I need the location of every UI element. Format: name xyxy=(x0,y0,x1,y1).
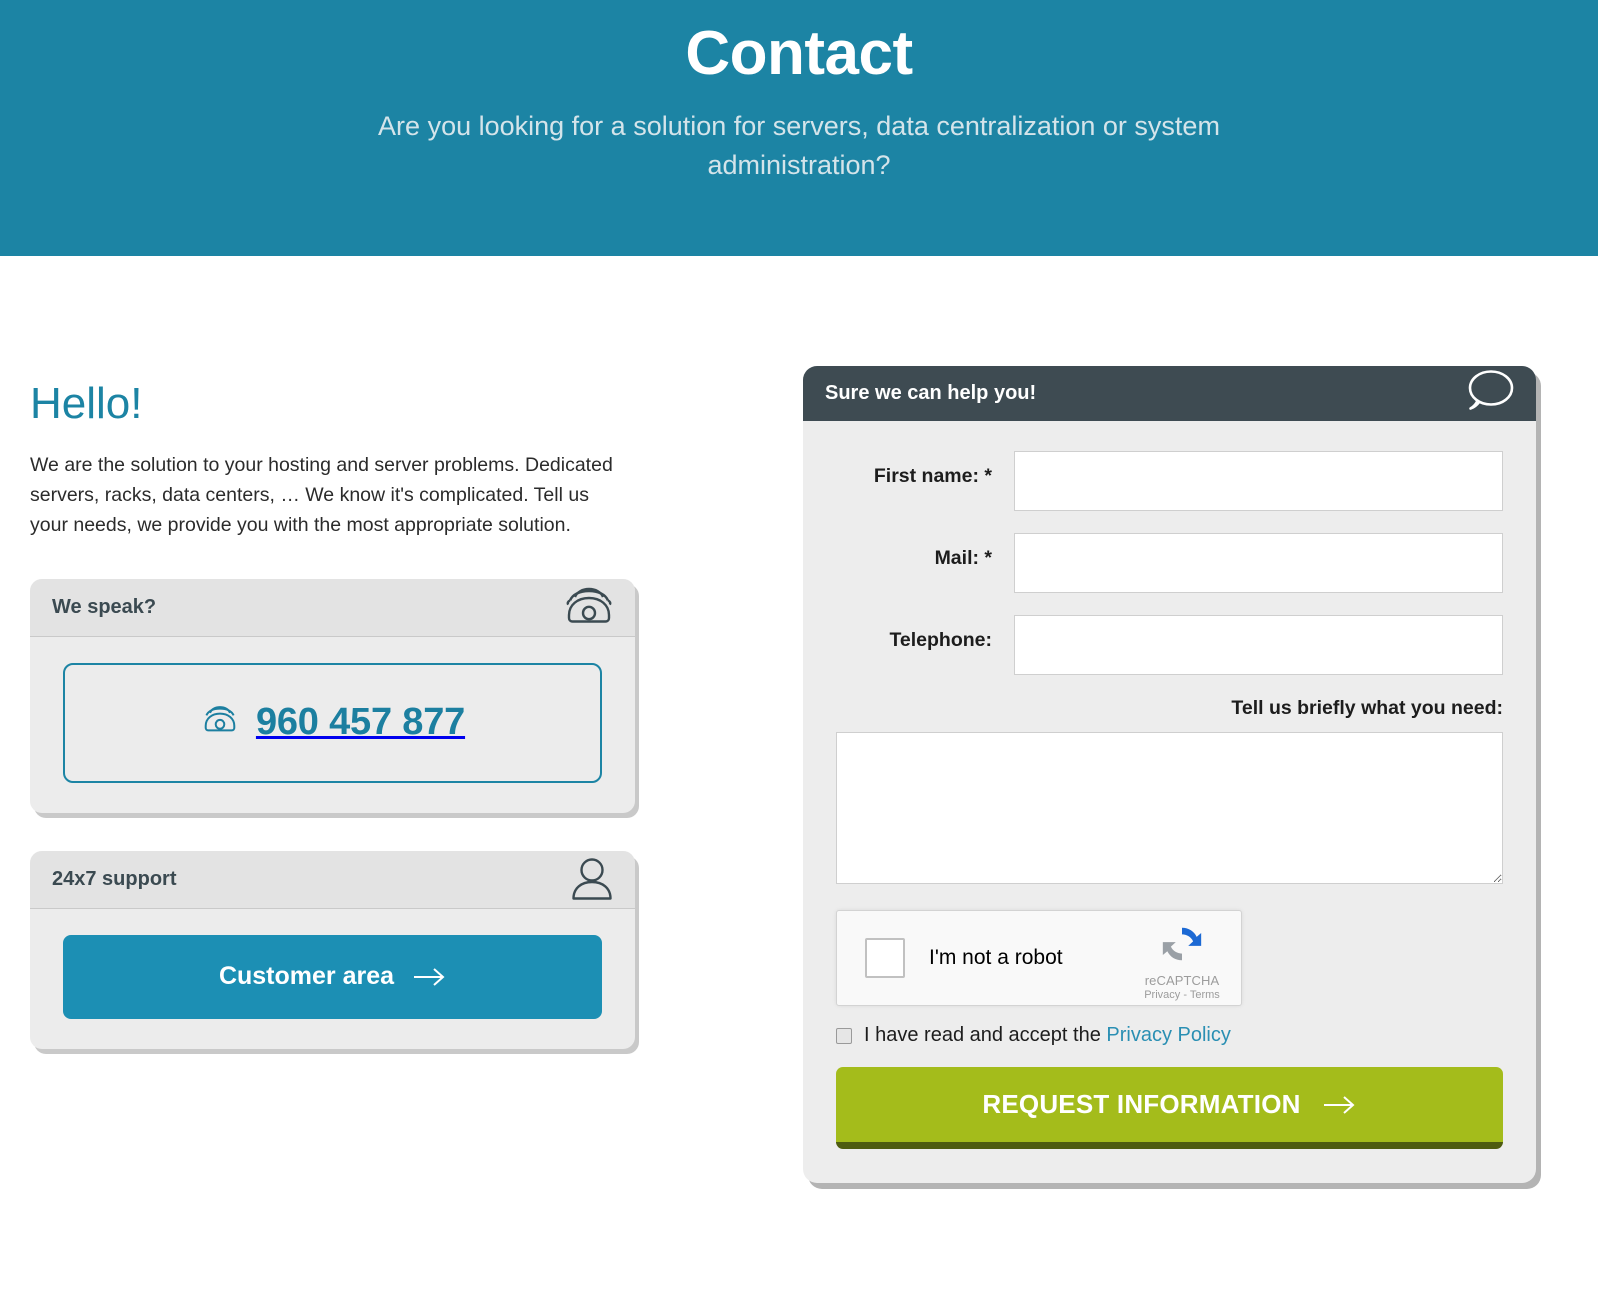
first-name-row: First name: * xyxy=(836,451,1503,511)
telephone-input[interactable] xyxy=(1014,615,1503,675)
user-icon xyxy=(567,857,617,901)
page-title: Contact xyxy=(685,19,913,88)
contact-form-panel: Sure we can help you! First name: * Mail… xyxy=(803,366,1536,1183)
intro-column: Hello! We are the solution to your hosti… xyxy=(30,382,670,1049)
mail-row: Mail: * xyxy=(836,533,1503,593)
recaptcha-branding: reCAPTCHA Privacy - Terms xyxy=(1137,921,1227,1001)
form-panel-title: Sure we can help you! xyxy=(825,382,1037,404)
phone-card-header: We speak? xyxy=(30,578,635,637)
privacy-text-before: I have read and accept the xyxy=(864,1024,1101,1046)
arrow-right-icon xyxy=(1321,1094,1357,1116)
telephone-label: Telephone: xyxy=(889,629,992,651)
mail-input[interactable] xyxy=(1014,533,1503,593)
customer-area-button[interactable]: Customer area xyxy=(63,934,602,1019)
support-card-title: 24x7 support xyxy=(52,867,177,890)
phone-card: We speak? 960 457 877 xyxy=(30,578,635,813)
intro-body: We are the solution to your hosting and … xyxy=(30,454,613,537)
telephone-row: Telephone: xyxy=(836,615,1503,675)
privacy-checkbox[interactable] xyxy=(836,1027,852,1044)
privacy-text: I have read and accept the Privacy Polic… xyxy=(864,1024,1231,1047)
page-hero: Contact Are you looking for a solution f… xyxy=(0,0,1598,256)
mail-label: Mail: * xyxy=(934,547,992,569)
intro-heading: Hello! xyxy=(30,379,143,428)
request-information-button[interactable]: REQUEST INFORMATION xyxy=(836,1067,1503,1149)
message-textarea[interactable] xyxy=(836,732,1503,884)
page-subtitle: Are you looking for a solution for serve… xyxy=(378,111,1220,180)
phone-card-title: We speak? xyxy=(52,595,157,618)
recaptcha-brand-name: reCAPTCHA xyxy=(1144,973,1220,988)
telephone-icon xyxy=(200,704,240,741)
recaptcha-widget[interactable]: I'm not a robot reCAPTCHA Privacy - Term… xyxy=(836,910,1242,1006)
support-card: 24x7 support Customer area xyxy=(30,850,635,1049)
first-name-input[interactable] xyxy=(1014,451,1503,511)
request-information-label: REQUEST INFORMATION xyxy=(982,1089,1301,1119)
recaptcha-legal: Privacy - Terms xyxy=(1144,989,1220,1001)
recaptcha-checkbox[interactable] xyxy=(865,938,905,978)
privacy-consent-row: I have read and accept the Privacy Polic… xyxy=(836,1024,1503,1047)
privacy-policy-link[interactable]: Privacy Policy xyxy=(1106,1024,1230,1046)
telephone-icon xyxy=(561,585,617,629)
phone-card-body: 960 457 877 xyxy=(30,637,635,813)
message-label: Tell us briefly what you need: xyxy=(1231,697,1503,719)
support-card-body: Customer area xyxy=(30,909,635,1049)
recaptcha-label: I'm not a robot xyxy=(929,946,1063,969)
customer-area-label: Customer area xyxy=(218,962,395,991)
first-name-label: First name: * xyxy=(873,465,992,487)
form-panel-header: Sure we can help you! xyxy=(803,366,1536,421)
phone-number-button[interactable]: 960 457 877 xyxy=(63,662,602,783)
speech-bubble-icon xyxy=(1462,369,1516,418)
support-card-header: 24x7 support xyxy=(30,850,635,909)
recaptcha-icon xyxy=(1159,927,1205,971)
arrow-right-icon xyxy=(412,966,446,988)
phone-number-text: 960 457 877 xyxy=(255,701,466,744)
form-body: First name: * Mail: * Telephone: Tell us… xyxy=(803,421,1536,1183)
